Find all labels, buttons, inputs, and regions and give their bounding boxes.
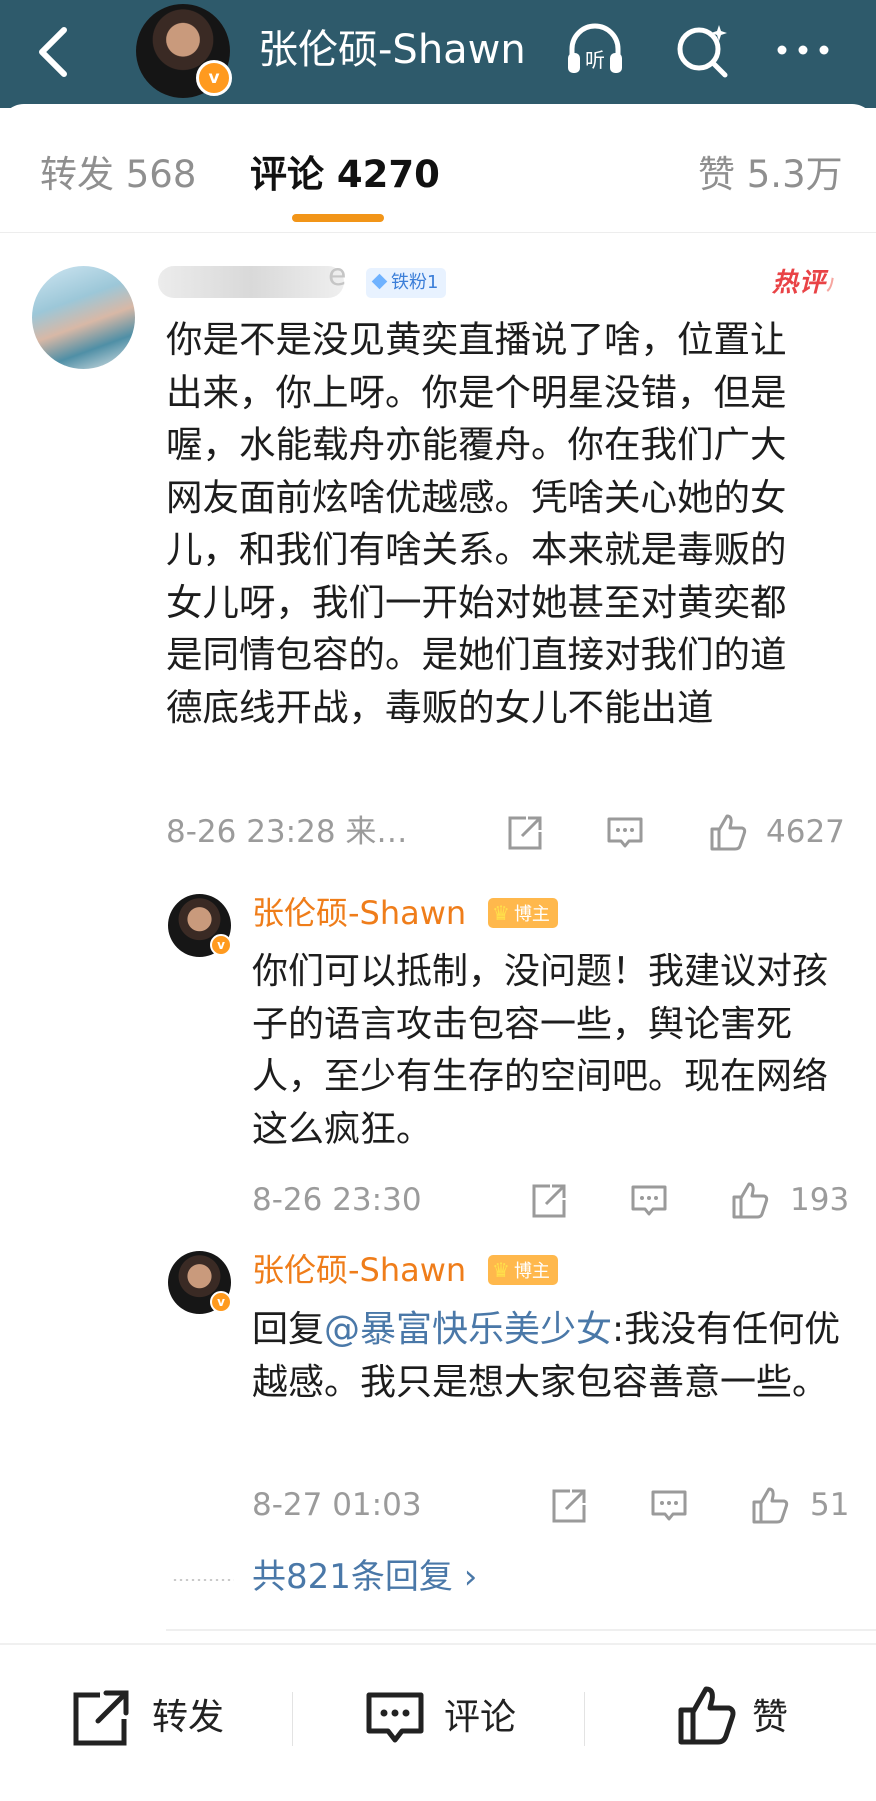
hot-comment-label: 热评ﾉ bbox=[772, 262, 836, 299]
ai-search-icon[interactable] bbox=[670, 17, 736, 83]
blogger-badge-label: 博主 bbox=[513, 904, 550, 925]
view-more-replies-link[interactable]: 共821条回复 › bbox=[252, 1555, 477, 1599]
bar-divider bbox=[584, 1692, 585, 1746]
like-thumb-icon[interactable] bbox=[730, 1180, 770, 1220]
commenter-name-tail: e bbox=[328, 258, 347, 293]
reply-prefix: 回复 bbox=[252, 1309, 325, 1350]
blogger-badge: ♛ 博主 bbox=[488, 898, 558, 928]
reply-author-name[interactable]: 张伦硕-Shawn bbox=[252, 1250, 466, 1290]
listen-label: 听 bbox=[585, 48, 605, 72]
tabs-divider bbox=[0, 232, 876, 233]
share-icon[interactable] bbox=[506, 814, 544, 852]
like-thumb-icon[interactable] bbox=[708, 812, 748, 852]
crown-icon: ♛ bbox=[492, 901, 510, 925]
repost-button-label[interactable]: 转发 bbox=[152, 1694, 224, 1742]
blogger-name-title[interactable]: 张伦硕-Shawn bbox=[258, 18, 526, 82]
verified-badge-icon: v bbox=[210, 934, 232, 956]
more-replies-label: 共821条回复 bbox=[252, 1557, 453, 1597]
reply-like-count: 51 bbox=[810, 1487, 850, 1523]
like-thumb-icon[interactable] bbox=[750, 1485, 790, 1525]
like-icon[interactable] bbox=[676, 1684, 738, 1746]
blogger-badge-label: 博主 bbox=[513, 1261, 550, 1282]
tab-comments[interactable]: 评论 4270 bbox=[250, 150, 440, 200]
crown-icon: ♛ bbox=[492, 1258, 510, 1282]
blogger-badge: ♛ 博主 bbox=[488, 1255, 558, 1285]
bar-divider bbox=[292, 1692, 293, 1746]
verified-badge-icon: v bbox=[210, 1291, 232, 1313]
reply-comment-icon[interactable] bbox=[606, 814, 644, 852]
share-icon[interactable] bbox=[550, 1487, 588, 1525]
reply-timestamp: 8-26 23:30 bbox=[252, 1182, 422, 1218]
comment-icon[interactable] bbox=[364, 1687, 426, 1749]
verified-badge-icon: v bbox=[196, 60, 232, 96]
reply-comment-icon[interactable] bbox=[650, 1487, 688, 1525]
reply-like-count: 193 bbox=[790, 1182, 850, 1218]
comment-button-label[interactable]: 评论 bbox=[444, 1694, 516, 1742]
comment-timestamp: 8-26 23:28 来… bbox=[166, 814, 408, 850]
share-icon[interactable] bbox=[530, 1182, 568, 1220]
commenter-avatar[interactable] bbox=[32, 266, 135, 369]
reply-comment-icon[interactable] bbox=[630, 1182, 668, 1220]
diamond-icon bbox=[371, 273, 388, 290]
comment-like-count: 4627 bbox=[766, 814, 845, 850]
reply-timestamp: 8-27 01:03 bbox=[252, 1487, 422, 1523]
active-tab-indicator bbox=[292, 214, 384, 222]
more-dots-icon[interactable] bbox=[770, 17, 836, 83]
chevron-right-icon: › bbox=[463, 1557, 478, 1597]
listen-headphones-icon[interactable]: 听 bbox=[562, 17, 628, 83]
commenter-name-blurred[interactable] bbox=[158, 266, 344, 298]
flame-icon: ﾉ bbox=[826, 275, 837, 296]
reply-body: 你们可以抵制，没问题！我建议对孩子的语言攻击包容一些，舆论害死人，至少有生存的空… bbox=[252, 951, 829, 1150]
repost-icon[interactable] bbox=[70, 1687, 132, 1749]
hot-comment-text: 热评 bbox=[772, 268, 827, 298]
mention-link[interactable]: @暴富快乐美少女 bbox=[324, 1309, 612, 1350]
reply-author-name[interactable]: 张伦硕-Shawn bbox=[252, 893, 466, 933]
dotted-leader bbox=[172, 1579, 234, 1581]
fan-level-badge: 铁粉1 bbox=[366, 268, 447, 298]
comment-body: 你是不是没见黄奕直播说了啥，位置让出来，你上呀。你是个明星没错，但是喔，水能载舟… bbox=[166, 318, 787, 729]
comment-separator bbox=[166, 1629, 876, 1631]
fan-badge-label: 铁粉1 bbox=[391, 272, 439, 293]
tab-reposts[interactable]: 转发 568 bbox=[40, 150, 196, 200]
tab-likes[interactable]: 赞 5.3万 bbox=[698, 150, 843, 200]
reply-body: 回复@暴富快乐美少女:我没有任何优越感。我只是想大家包容善意一些。 bbox=[252, 1304, 852, 1409]
back-chevron-icon[interactable] bbox=[30, 22, 80, 82]
like-button-label[interactable]: 赞 bbox=[752, 1694, 788, 1742]
